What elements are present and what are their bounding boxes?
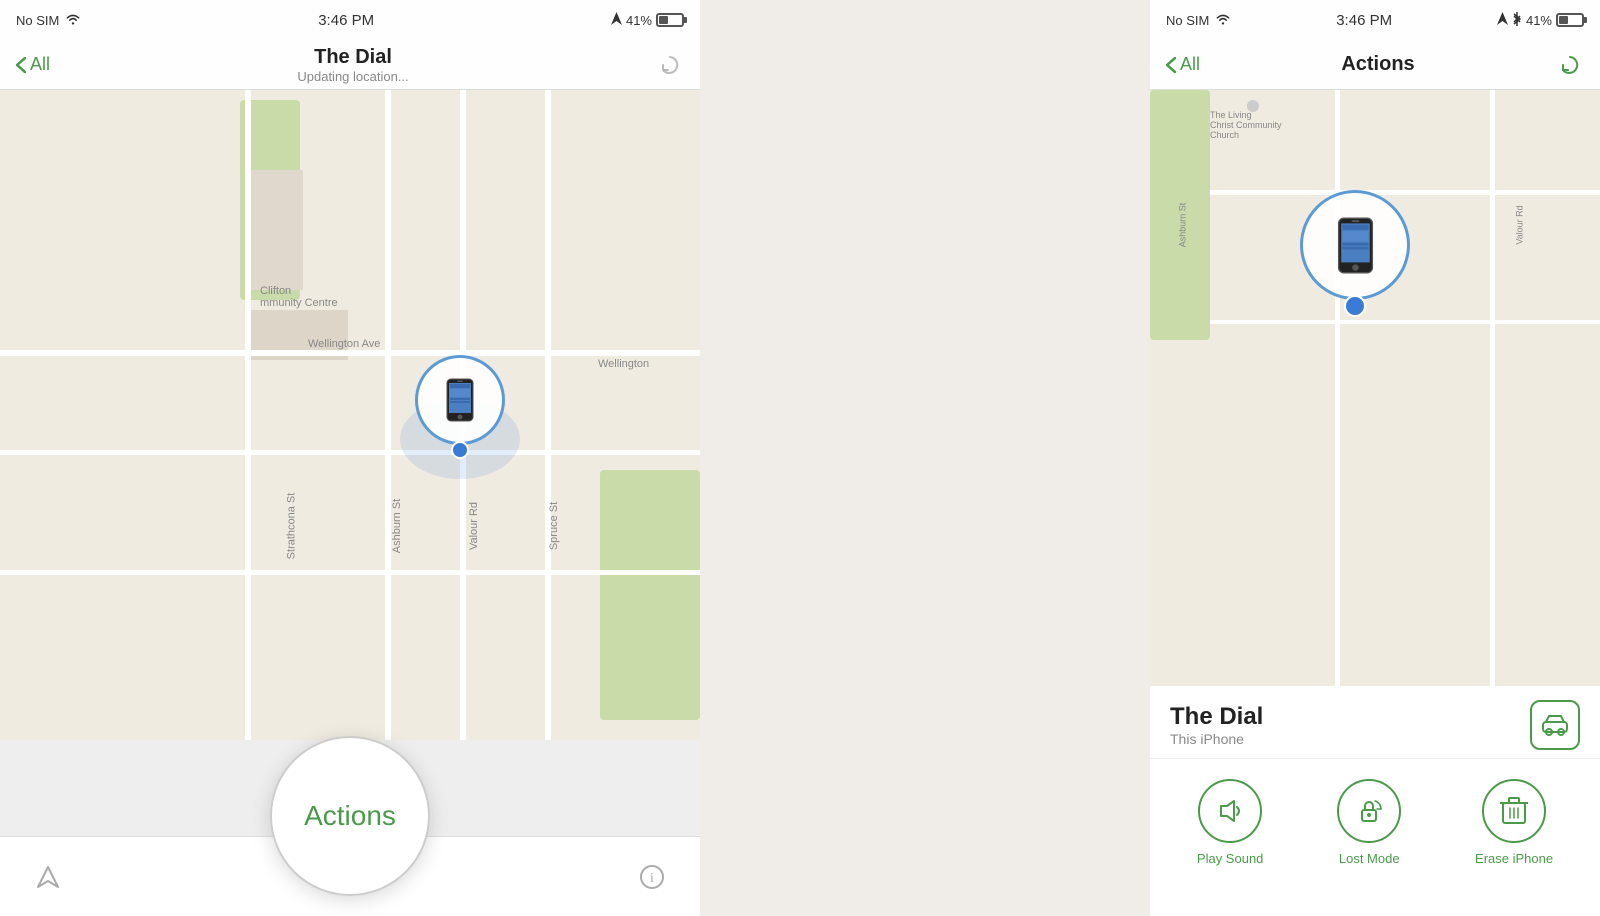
road-h2 <box>0 450 700 455</box>
label-valour-r: Valour Rd <box>1515 205 1525 244</box>
actions-button[interactable]: Actions <box>270 736 430 896</box>
gps-icon-right <box>1497 12 1508 28</box>
road-v1 <box>245 90 251 740</box>
label-valour: Valour Rd <box>468 502 480 550</box>
building-block-1 <box>248 170 303 290</box>
action-erase[interactable]: Erase iPhone <box>1475 779 1553 866</box>
label-ashburn-r: Ashburn St <box>1177 203 1187 248</box>
nav-title-right: Actions <box>1341 53 1414 76</box>
battery-icon-right <box>1556 13 1584 27</box>
label-wellington: Wellington <box>598 358 649 370</box>
info-icon-left[interactable]: i <box>634 859 670 895</box>
device-circle-left <box>415 355 505 445</box>
nav-title-block-left: The Dial Updating location... <box>297 46 408 84</box>
status-left-right: No SIM <box>1166 13 1231 28</box>
road-rh2 <box>1150 320 1600 324</box>
battery-percent-left: 41% <box>626 13 652 28</box>
road-h1 <box>0 350 700 356</box>
play-sound-circle <box>1198 779 1262 843</box>
status-left: No SIM <box>16 13 81 28</box>
actions-label: Actions <box>304 800 396 832</box>
nav-bar-right: All Actions <box>1150 40 1600 90</box>
device-circle-right <box>1300 190 1410 300</box>
device-name: The Dial <box>1170 703 1263 731</box>
action-play-sound[interactable]: Play Sound <box>1197 779 1264 866</box>
phone-left: No SIM 3:46 PM 41% All <box>0 0 700 916</box>
bottom-panel-right: The Dial This iPhone <box>1150 686 1600 916</box>
status-right-right: 41% <box>1497 12 1584 29</box>
time-right: 3:46 PM <box>1336 12 1392 29</box>
play-sound-label: Play Sound <box>1197 851 1264 866</box>
device-dot-left <box>451 441 469 459</box>
nav-title-left: The Dial <box>297 46 408 69</box>
road-rv1 <box>1335 90 1340 686</box>
lost-mode-label: Lost Mode <box>1339 851 1400 866</box>
label-clifton-centre: Cliftonmmunity Centre <box>260 285 338 309</box>
location-icon-left[interactable] <box>30 859 66 895</box>
time-left: 3:46 PM <box>318 12 374 29</box>
device-pin-right <box>1300 190 1410 317</box>
device-subtitle: This iPhone <box>1170 731 1263 747</box>
status-bar-right: No SIM 3:46 PM <box>1150 0 1600 40</box>
status-right-left: 41% <box>611 12 684 28</box>
map-right: The LivingChrist CommunityChurch Ashburn… <box>1150 90 1600 686</box>
road-rv2 <box>1490 90 1495 686</box>
road-h3 <box>0 570 700 575</box>
lost-mode-circle <box>1337 779 1401 843</box>
nav-subtitle-left: Updating location... <box>297 69 408 84</box>
svg-text:i: i <box>650 871 654 886</box>
bluetooth-icon-right <box>1512 12 1522 29</box>
status-bar-left: No SIM 3:46 PM 41% <box>0 0 700 40</box>
back-label-left: All <box>30 54 50 75</box>
erase-label: Erase iPhone <box>1475 851 1553 866</box>
directions-button[interactable] <box>1530 700 1580 750</box>
back-label-right: All <box>1180 54 1200 75</box>
church-dot <box>1247 100 1259 112</box>
label-ashburn: Ashburn St <box>391 499 403 553</box>
device-info-row: The Dial This iPhone <box>1150 686 1600 759</box>
phone-right: No SIM 3:46 PM <box>1150 0 1600 916</box>
carrier-left: No SIM <box>16 13 59 28</box>
park-2 <box>600 470 700 720</box>
gps-icon-left <box>611 12 622 28</box>
road-v4 <box>545 90 551 740</box>
battery-icon-left <box>656 13 684 27</box>
device-dot-right <box>1344 295 1366 317</box>
refresh-icon-left[interactable] <box>656 51 684 79</box>
back-button-right[interactable]: All <box>1166 54 1200 75</box>
road-v2 <box>385 90 391 740</box>
actions-button-container: Actions <box>270 736 430 896</box>
nav-bar-left: All The Dial Updating location... <box>0 40 700 90</box>
carrier-right: No SIM <box>1166 13 1209 28</box>
label-church: The LivingChrist CommunityChurch <box>1210 110 1282 140</box>
action-lost-mode[interactable]: Lost Mode <box>1337 779 1401 866</box>
label-spruce: Spruce St <box>548 502 560 550</box>
back-button-left[interactable]: All <box>16 54 50 75</box>
actions-row: Play Sound Lost Mode <box>1150 759 1600 876</box>
refresh-icon-right[interactable] <box>1556 51 1584 79</box>
map-left: Cliftonmmunity Centre Wellington Ave Wel… <box>0 90 700 740</box>
label-strathcona: Strathcona St <box>285 493 297 560</box>
device-info-text: The Dial This iPhone <box>1170 703 1263 747</box>
erase-circle <box>1482 779 1546 843</box>
battery-percent-right: 41% <box>1526 13 1552 28</box>
wifi-icon-right <box>1215 13 1231 28</box>
wifi-icon-left <box>65 13 81 28</box>
label-wellington-ave: Wellington Ave <box>308 338 380 350</box>
device-pin-left <box>415 355 505 459</box>
